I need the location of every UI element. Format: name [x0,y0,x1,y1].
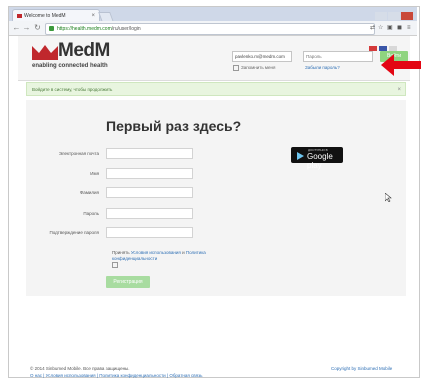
lock-icon [49,26,54,31]
field-label-first-name: Имя [90,171,99,176]
terms-link[interactable]: Условия использования [131,250,181,255]
register-email-input[interactable] [106,148,193,159]
login-email-input[interactable] [232,51,292,62]
footer-links[interactable]: О нас | Условия использования | Политика… [30,373,202,378]
medm-crown-logo-icon[interactable] [32,44,58,60]
register-first-name-input[interactable] [106,168,193,179]
info-message-text: Войдите в систему, чтобы продолжить [32,87,113,92]
remember-me[interactable]: Запомнить меня [233,65,275,71]
star-icon[interactable]: ☆ [378,23,383,33]
terms-acceptance: Принять Условия использования и Политика… [112,250,242,268]
field-label-last-name: Фамилия [79,190,99,195]
google-play-text: Google play [307,152,333,170]
back-icon[interactable]: ← [12,23,21,32]
info-message: Войдите в систему, чтобы продолжить × [26,82,406,96]
footer-right-link[interactable]: Copyright by Sinbumed Mobile [331,366,392,371]
logo-tagline: enabling connected health [32,63,108,69]
logo-text[interactable]: MedM [58,40,110,62]
window-close-icon[interactable] [401,12,413,20]
minimize-icon[interactable] [375,12,387,20]
terms-and: и [182,250,185,255]
register-password-input[interactable] [106,208,193,219]
maximize-icon[interactable] [388,12,400,20]
remember-label: Запомнить меня [241,65,276,71]
google-play-icon [297,152,304,160]
terms-prefix: Принять [112,250,130,255]
remember-checkbox[interactable] [233,65,239,71]
info-close-icon[interactable]: × [397,83,401,97]
language-switcher [369,38,407,51]
forgot-password-link[interactable]: Забыли пароль? [305,65,340,70]
google-play-badge[interactable]: ДОСТУПНО В Google play [291,147,343,170]
extension-icon[interactable]: ▣ [387,23,393,33]
mouse-cursor-icon [385,193,392,202]
translate-icon[interactable]: ⇄ [370,23,375,33]
field-label-password: Пароль [83,211,99,216]
register-button[interactable]: Регистрация [106,276,150,288]
login-password-input[interactable] [303,51,373,62]
terms-checkbox[interactable] [112,262,118,268]
registration-title: Первый раз здесь? [106,118,242,134]
red-arrow-icon [381,54,421,76]
address-bar[interactable]: https://health.medm.com/ru/user/login [45,23,375,35]
favicon-icon [17,14,22,18]
forward-icon[interactable]: → [22,23,31,32]
footer-copyright: © 2014 Sinbumed Mobile. Все права защище… [30,366,130,371]
window-controls [374,7,416,20]
toolbar-icons: ⇄ ☆ ▣ ◼ ≡ [370,23,416,33]
field-label-confirm-password: Подтверждение пароля [49,230,99,235]
reload-icon[interactable]: ↻ [33,23,42,32]
register-last-name-input[interactable] [106,187,193,198]
menu-icon[interactable]: ≡ [407,23,411,33]
register-confirm-password-input[interactable] [106,227,193,238]
field-label-email: Электронная почта [58,151,99,156]
extension-icon-2[interactable]: ◼ [397,23,402,33]
address-url: https://health.medm.com/ru/user/login [57,26,141,32]
